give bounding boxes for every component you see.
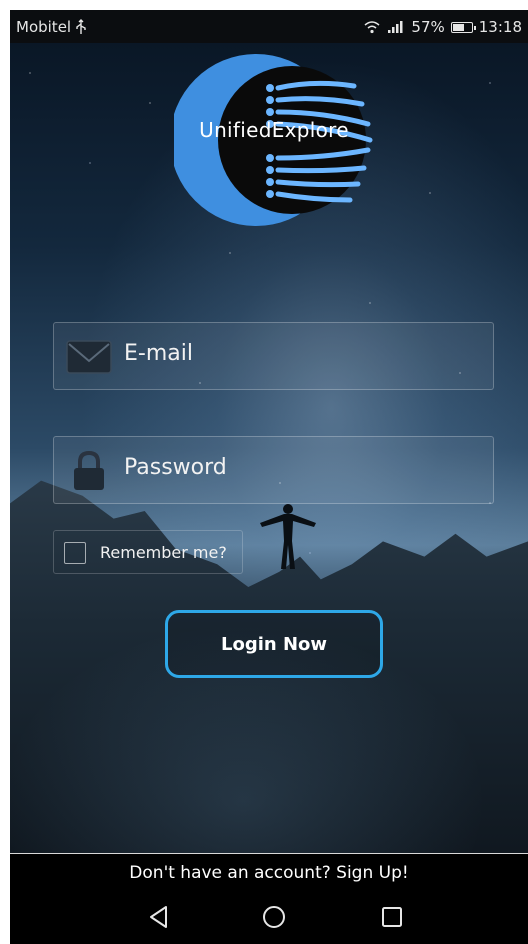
password-field[interactable]: Password: [53, 436, 494, 504]
remember-me-toggle[interactable]: Remember me?: [53, 530, 243, 574]
person-silhouette-icon: [260, 504, 316, 569]
system-nav-bar: [10, 890, 528, 944]
back-triangle-icon[interactable]: [144, 902, 174, 932]
usb-icon: [76, 19, 86, 34]
lock-icon: [74, 451, 104, 490]
status-right: 57% 13:18: [363, 18, 522, 36]
clock: 13:18: [478, 18, 522, 36]
signal-icon: [388, 21, 403, 33]
status-left: Mobitel: [16, 18, 87, 36]
app-logo: UnifiedExplore: [170, 50, 374, 230]
envelope-icon: [66, 340, 112, 374]
status-bar: Mobitel 57% 13:18: [10, 10, 528, 43]
recent-square-icon[interactable]: [377, 902, 407, 932]
home-circle-icon[interactable]: [259, 902, 289, 932]
battery-percent: 57%: [411, 18, 445, 36]
remember-checkbox[interactable]: [64, 542, 86, 564]
phone-screen: Mobitel 57% 13:18 UnifiedExplore E-mail …: [10, 10, 528, 944]
remember-label: Remember me?: [100, 543, 227, 562]
signup-link[interactable]: Don't have an account? Sign Up!: [10, 853, 528, 891]
email-field[interactable]: E-mail: [53, 322, 494, 390]
carrier-name: Mobitel: [16, 18, 72, 36]
email-placeholder: E-mail: [124, 341, 193, 366]
logo-wordmark: UnifiedExplore: [199, 118, 349, 142]
battery-icon: [450, 21, 476, 33]
login-button[interactable]: Login Now: [165, 610, 383, 678]
wifi-icon: [364, 21, 380, 34]
password-placeholder: Password: [124, 455, 227, 480]
